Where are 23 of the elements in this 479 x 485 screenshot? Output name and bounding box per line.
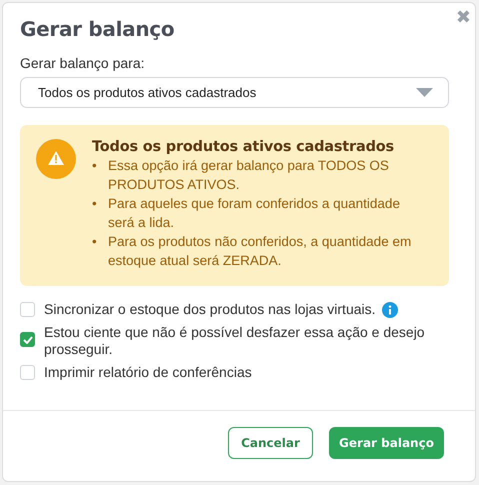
- option-label: Imprimir relatório de conferências: [44, 364, 252, 381]
- checkbox[interactable]: [20, 332, 35, 347]
- close-button[interactable]: ✖: [456, 7, 471, 28]
- info-icon[interactable]: [382, 302, 398, 318]
- checkbox[interactable]: [20, 365, 35, 380]
- warning-item: Para os produtos não conferidos, a quantidade em estoque atual será ZERADA.: [108, 233, 412, 270]
- warning-item: Para aqueles que foram conferidos a quantidade será a lida.: [108, 195, 401, 232]
- target-dropdown[interactable]: Todos os produtos ativos cadastrados: [20, 77, 449, 108]
- warning-title: Todos os produtos ativos cadastrados: [92, 139, 395, 155]
- check-icon: [22, 336, 32, 344]
- cancel-button[interactable]: Cancelar: [228, 427, 313, 459]
- option-label: Sincronizar o estoque dos produtos nas lojas virtuais.: [44, 301, 376, 318]
- warning-item: Essa opção irá gerar balanço para TODOS OS PRODUTOS ATIVOS.: [108, 157, 390, 194]
- warning-icon: [36, 139, 76, 179]
- bullet: •: [92, 233, 98, 251]
- generate-button[interactable]: Gerar balanço: [329, 427, 444, 459]
- option-label: Estou ciente que não é possível desfazer essa ação e desejo prosseguir.: [44, 324, 426, 358]
- bullet: •: [92, 157, 98, 175]
- bullet: •: [92, 195, 98, 213]
- checkbox[interactable]: [20, 302, 35, 317]
- field-label: Gerar balanço para:: [20, 55, 146, 71]
- caret-icon: [416, 88, 433, 97]
- dialog-title: Gerar balanço: [20, 16, 176, 41]
